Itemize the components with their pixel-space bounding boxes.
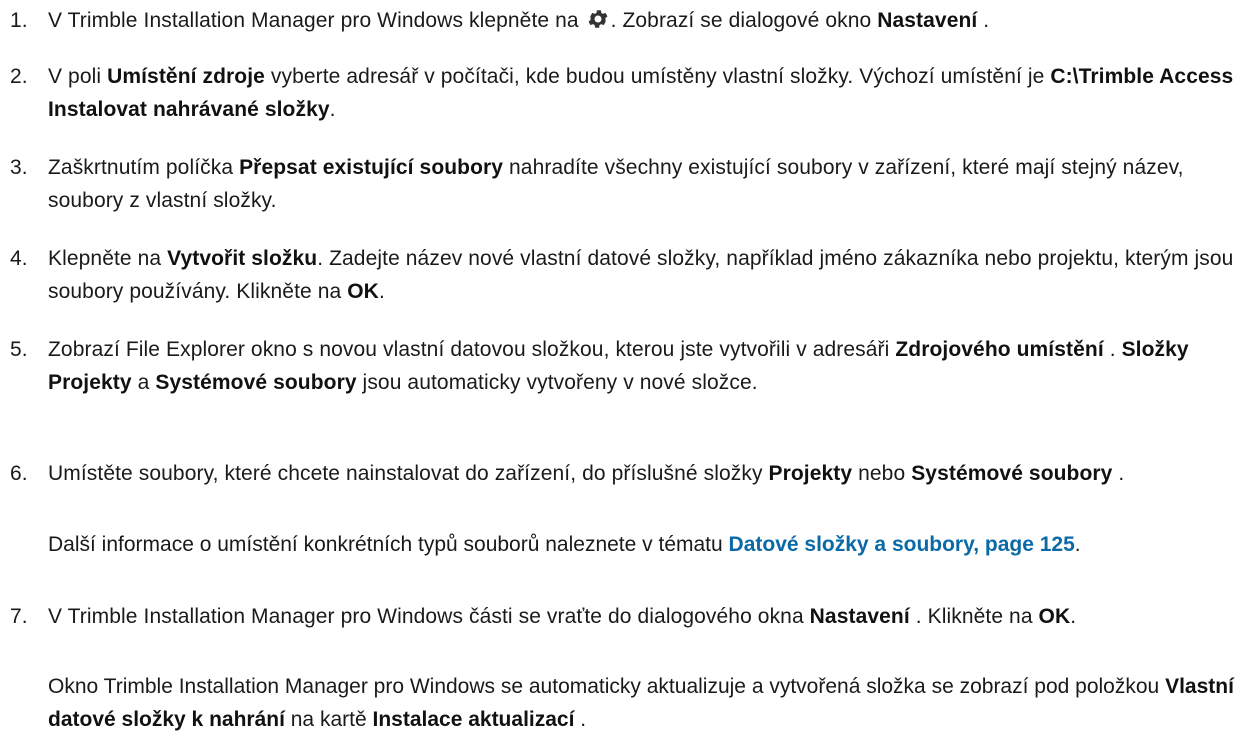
step-text-part: . <box>1070 605 1077 628</box>
ui-term: Nastavení <box>877 9 978 32</box>
step-text-part: nebo <box>852 462 912 485</box>
step-text-part: vyberte adresář v počítači, kde budou um… <box>264 65 1051 88</box>
reference-link[interactable]: Datové složky a soubory, page 125 <box>729 533 1075 556</box>
step-text: Umístěte soubory, které chcete nainstalo… <box>48 457 1236 490</box>
step-number: 4. <box>10 247 28 270</box>
step-text: Klepněte na Vytvořit složku. Zadejte náz… <box>48 242 1236 308</box>
ui-term: Vytvořit složku <box>167 247 318 270</box>
step-text: Zobrazí File Explorer okno s novou vlast… <box>48 333 1236 399</box>
step-6-note: Další informace o umístění konkrétních t… <box>48 528 1236 561</box>
note-text: na kartě <box>284 708 373 731</box>
step-text-part: . <box>977 9 990 32</box>
step-text-part: Klepněte na <box>48 247 168 270</box>
step-7-note: Okno Trimble Installation Manager pro Wi… <box>48 670 1236 736</box>
step-text: V Trimble Installation Manager pro Windo… <box>48 600 1236 633</box>
gear-icon <box>586 7 610 41</box>
step-number: 6. <box>10 462 28 485</box>
note-text: . <box>574 708 587 731</box>
step-text-part: V Trimble Installation Manager pro Windo… <box>48 9 585 32</box>
note-text: . <box>1074 533 1081 556</box>
step-number: 3. <box>10 156 28 179</box>
step-number: 2. <box>10 65 28 88</box>
note-text: Další informace o umístění konkrétních t… <box>48 533 729 556</box>
ui-term: Systémové soubory <box>155 371 357 394</box>
step-number: 1. <box>10 9 28 32</box>
step-text-part: jsou automaticky vytvořeny v nové složce… <box>356 371 758 394</box>
ui-term: Nastavení <box>809 605 910 628</box>
step-text-part: . Klikněte na <box>909 605 1039 628</box>
ui-term: Přepsat existující soubory <box>239 156 504 179</box>
ui-term: Instalace aktualizací <box>372 708 575 731</box>
step-text-part: . <box>329 98 336 121</box>
ui-term: Umístění zdroje <box>107 65 265 88</box>
ui-term: Zdrojového umístění <box>895 338 1104 361</box>
ui-term: Projekty <box>768 462 853 485</box>
ui-term: OK <box>347 280 379 303</box>
step-text-part: . <box>1103 338 1122 361</box>
step-text-part: . Zobrazí se dialogové okno <box>610 9 878 32</box>
step-text: Zaškrtnutím políčka Přepsat existující s… <box>48 151 1236 217</box>
step-text-part: Umístěte soubory, které chcete nainstalo… <box>48 462 769 485</box>
step-text-part: . <box>378 280 385 303</box>
step-text: V Trimble Installation Manager pro Windo… <box>48 4 1236 41</box>
instructions-page: 1. V Trimble Installation Manager pro Wi… <box>0 0 1242 733</box>
ui-term: OK <box>1038 605 1071 628</box>
ui-term: Systémové soubory <box>911 462 1113 485</box>
step-text-part: a <box>131 371 156 394</box>
step-number: 7. <box>10 605 28 628</box>
note-text: Okno Trimble Installation Manager pro Wi… <box>48 675 1166 698</box>
step-text: V poli Umístění zdroje vyberte adresář v… <box>48 60 1236 126</box>
step-number: 5. <box>10 338 28 361</box>
step-text-part: Zaškrtnutím políčka <box>48 156 240 179</box>
step-text-part: Zobrazí File Explorer okno s novou vlast… <box>48 338 896 361</box>
step-text-part: V Trimble Installation Manager pro Windo… <box>48 605 810 628</box>
step-text-part: V poli <box>48 65 108 88</box>
step-text-part: . <box>1112 462 1125 485</box>
